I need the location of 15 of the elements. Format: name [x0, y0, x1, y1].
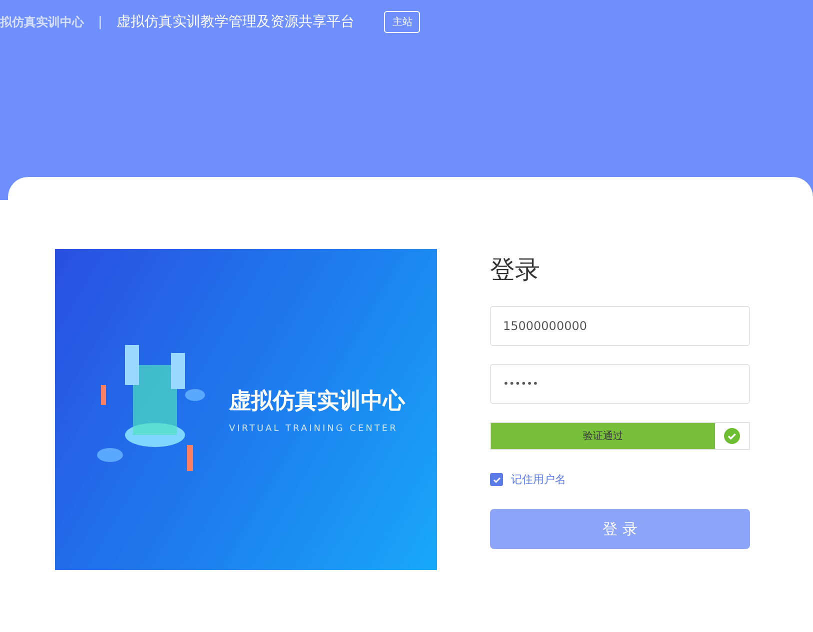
banner-title: 虚拟仿真实训中心: [229, 388, 405, 416]
username-field[interactable]: 15000000000: [490, 306, 750, 346]
banner-subtitle: VIRTUAL TRAINING CENTER: [229, 424, 399, 434]
slider-handle[interactable]: [715, 423, 749, 449]
password-field[interactable]: ••••••: [490, 364, 750, 404]
remember-label: 记住用户名: [511, 472, 566, 487]
check-circle-icon: [724, 428, 740, 444]
main-site-button[interactable]: 主站: [384, 11, 420, 33]
check-icon: [492, 474, 502, 484]
platform-title: 虚拟仿真实训教学管理及资源共享平台: [116, 13, 354, 31]
verification-slider[interactable]: 验证通过: [490, 422, 750, 450]
separator: |: [98, 14, 102, 30]
login-title: 登录: [490, 254, 541, 286]
slider-label: 验证通过: [582, 430, 624, 443]
remember-checkbox[interactable]: [490, 473, 503, 486]
